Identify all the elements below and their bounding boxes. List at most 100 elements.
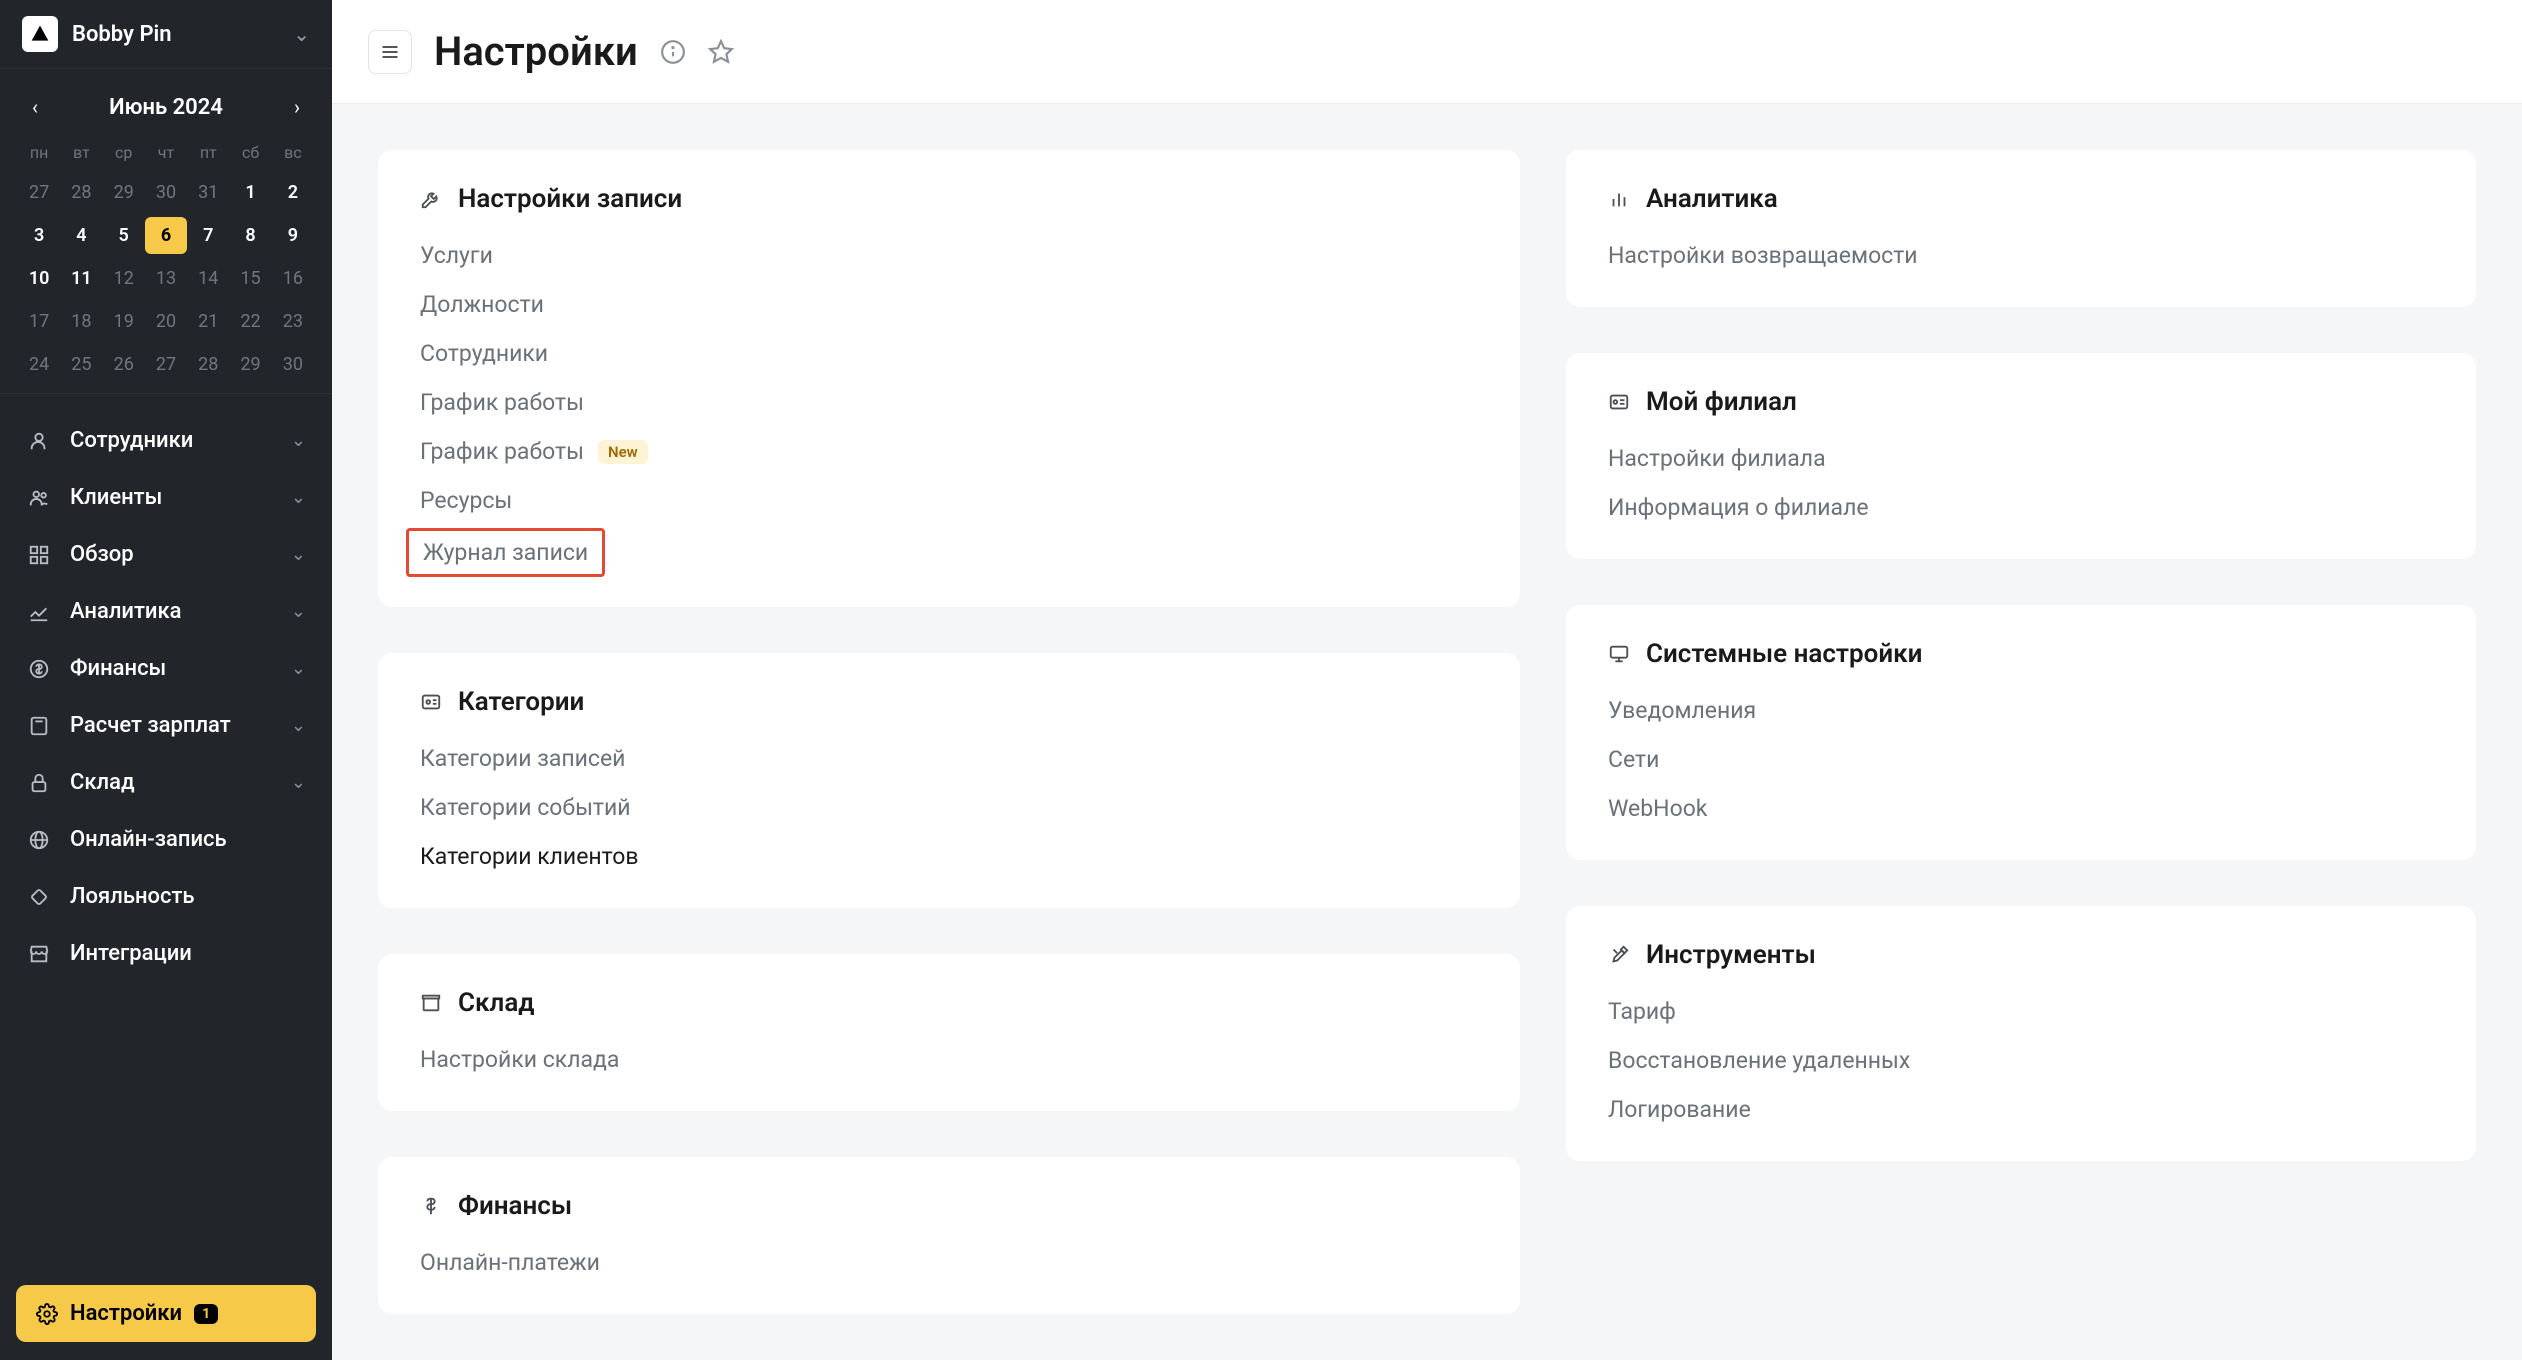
nav-item-8[interactable]: Лояльность: [0, 868, 332, 925]
settings-link[interactable]: Настройки склада: [420, 1046, 1478, 1073]
cal-day[interactable]: 27: [18, 174, 60, 211]
page-title: Настройки: [434, 28, 638, 75]
cal-day[interactable]: 5: [103, 217, 145, 254]
nav-item-4[interactable]: Финансы ⌄: [0, 640, 332, 697]
settings-link[interactable]: Услуги: [420, 242, 1478, 269]
cal-day[interactable]: 11: [60, 260, 102, 297]
cal-day[interactable]: 26: [103, 346, 145, 383]
hamburger-button[interactable]: [368, 30, 412, 74]
settings-link[interactable]: Категории записей: [420, 745, 1478, 772]
nav-label: Интеграции: [70, 941, 306, 966]
cal-day[interactable]: 20: [145, 303, 187, 340]
settings-link[interactable]: Настройки филиала: [1608, 445, 2434, 472]
cal-day[interactable]: 4: [60, 217, 102, 254]
cal-day[interactable]: 27: [145, 346, 187, 383]
chart-icon: [26, 601, 52, 623]
card-right-0: АналитикаНастройки возвращаемости: [1566, 150, 2476, 307]
settings-link[interactable]: Уведомления: [1608, 697, 2434, 724]
nav-item-3[interactable]: Аналитика ⌄: [0, 583, 332, 640]
cal-day[interactable]: 13: [145, 260, 187, 297]
cal-day[interactable]: 6: [145, 217, 187, 254]
cal-day[interactable]: 19: [103, 303, 145, 340]
grid-icon: [26, 544, 52, 566]
cal-day[interactable]: 29: [229, 346, 271, 383]
nav-label: Финансы: [70, 656, 273, 681]
brand-name: Bobby Pin: [72, 22, 279, 47]
settings-link[interactable]: Информация о филиале: [1608, 494, 2434, 521]
logo-icon: [22, 16, 58, 52]
cal-day[interactable]: 30: [145, 174, 187, 211]
cal-day[interactable]: 28: [187, 346, 229, 383]
nav-item-5[interactable]: Расчет зарплат ⌄: [0, 697, 332, 754]
settings-link[interactable]: Сети: [1608, 746, 2434, 773]
bars-icon: [1608, 188, 1630, 210]
link-label: Услуги: [420, 242, 493, 269]
nav-label: Клиенты: [70, 485, 273, 510]
nav-item-6[interactable]: Склад ⌄: [0, 754, 332, 811]
cal-day[interactable]: 3: [18, 217, 60, 254]
cal-day[interactable]: 22: [229, 303, 271, 340]
cal-day[interactable]: 1: [229, 174, 271, 211]
cal-dow: ср: [103, 137, 145, 168]
nav-item-7[interactable]: Онлайн-запись: [0, 811, 332, 868]
cal-next-icon[interactable]: ›: [286, 91, 308, 123]
settings-link[interactable]: Ресурсы: [420, 487, 1478, 514]
link-label: График работы: [420, 438, 584, 465]
link-label: Логирование: [1608, 1096, 1751, 1123]
cal-prev-icon[interactable]: ‹: [24, 91, 46, 123]
cal-day[interactable]: 9: [272, 217, 314, 254]
cal-day[interactable]: 14: [187, 260, 229, 297]
settings-button[interactable]: Настройки 1: [16, 1285, 316, 1342]
sidebar-nav: Сотрудники ⌄ Клиенты ⌄ Обзор ⌄ Аналитика…: [0, 394, 332, 1267]
globe-icon: [26, 829, 52, 851]
nav-item-9[interactable]: Интеграции: [0, 925, 332, 982]
settings-link[interactable]: Должности: [420, 291, 1478, 318]
star-icon[interactable]: [708, 39, 734, 65]
nav-item-2[interactable]: Обзор ⌄: [0, 526, 332, 583]
card-title: Финансы: [458, 1191, 572, 1221]
cal-day[interactable]: 16: [272, 260, 314, 297]
settings-link[interactable]: Журнал записи: [420, 536, 1478, 569]
cal-day[interactable]: 15: [229, 260, 271, 297]
box-icon: [420, 992, 442, 1014]
settings-link[interactable]: График работыNew: [420, 438, 1478, 465]
cal-day[interactable]: 8: [229, 217, 271, 254]
info-icon[interactable]: [660, 39, 686, 65]
settings-link[interactable]: Тариф: [1608, 998, 2434, 1025]
cal-day[interactable]: 17: [18, 303, 60, 340]
sidebar-header[interactable]: Bobby Pin ⌄: [0, 0, 332, 69]
cal-day[interactable]: 24: [18, 346, 60, 383]
cal-day[interactable]: 7: [187, 217, 229, 254]
cal-day[interactable]: 30: [272, 346, 314, 383]
card-title: Мой филиал: [1646, 387, 1797, 417]
cal-day[interactable]: 10: [18, 260, 60, 297]
link-label: Настройки филиала: [1608, 445, 1826, 472]
nav-item-0[interactable]: Сотрудники ⌄: [0, 412, 332, 469]
settings-link[interactable]: Категории событий: [420, 794, 1478, 821]
card-right-1: Мой филиал Настройки филиала Информация о …: [1566, 353, 2476, 559]
nav-label: Обзор: [70, 542, 273, 567]
settings-link[interactable]: График работы: [420, 389, 1478, 416]
cal-day[interactable]: 28: [60, 174, 102, 211]
settings-link[interactable]: Логирование: [1608, 1096, 2434, 1123]
settings-link[interactable]: Восстановление удаленных: [1608, 1047, 2434, 1074]
settings-link[interactable]: Сотрудники: [420, 340, 1478, 367]
cal-day[interactable]: 29: [103, 174, 145, 211]
settings-link[interactable]: Категории клиентов: [420, 843, 1478, 870]
cal-day[interactable]: 18: [60, 303, 102, 340]
settings-link[interactable]: Настройки возвращаемости: [1608, 242, 2434, 269]
cal-day[interactable]: 21: [187, 303, 229, 340]
cal-day[interactable]: 2: [272, 174, 314, 211]
cal-day[interactable]: 25: [60, 346, 102, 383]
cal-day[interactable]: 31: [187, 174, 229, 211]
chevron-down-icon[interactable]: ⌄: [293, 22, 310, 46]
monitor-icon: [1608, 643, 1630, 665]
cal-day[interactable]: 23: [272, 303, 314, 340]
cal-dow: пт: [187, 137, 229, 168]
settings-link[interactable]: Онлайн-платежи: [420, 1249, 1478, 1276]
card-right-2: Системные настройкиУведомленияСетиWebHoo…: [1566, 605, 2476, 860]
nav-item-1[interactable]: Клиенты ⌄: [0, 469, 332, 526]
cal-day[interactable]: 12: [103, 260, 145, 297]
nav-label: Склад: [70, 770, 273, 795]
settings-link[interactable]: WebHook: [1608, 795, 2434, 822]
